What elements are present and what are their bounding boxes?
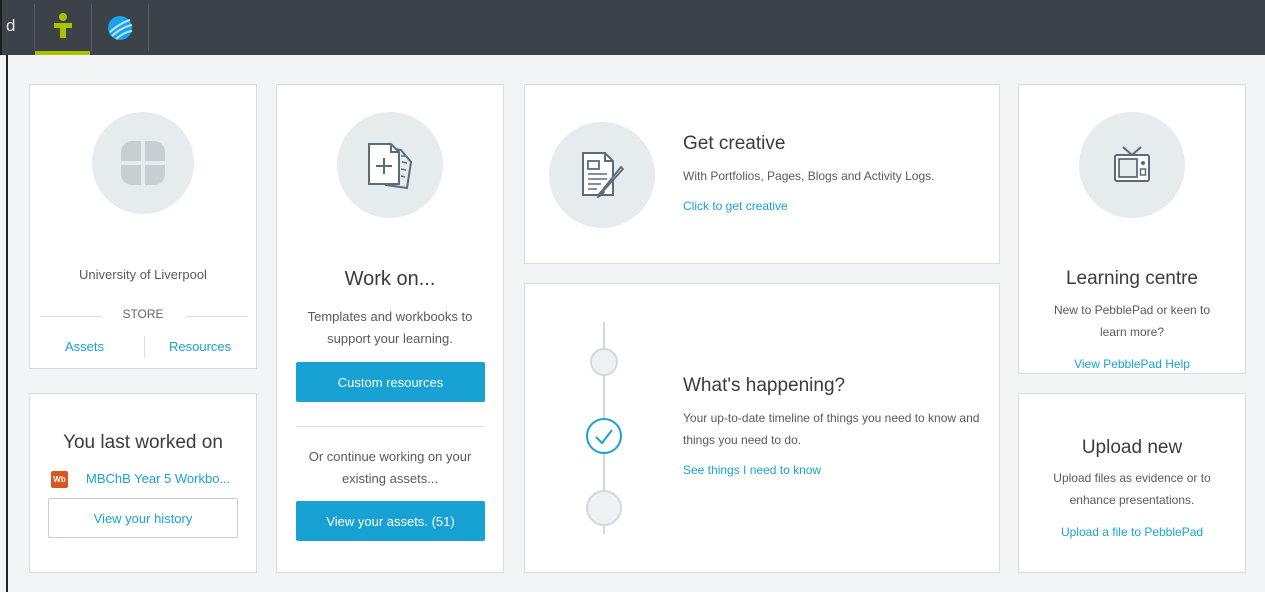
work-on-card: Work on... Templates and workbooks to su… <box>276 84 504 573</box>
tv-icon <box>1114 146 1150 182</box>
creative-icon-circle <box>549 122 655 228</box>
happening-title: What's happening? <box>683 375 846 396</box>
upload-new-card: Upload new Upload files as evidence or t… <box>1018 393 1246 573</box>
divider <box>296 426 485 427</box>
upload-description: Upload files as evidence or to enhance p… <box>1053 471 1211 507</box>
upload-file-link[interactable]: Upload a file to PebblePad <box>1019 525 1245 539</box>
timeline-icon <box>586 322 622 534</box>
top-navigation-bar: d <box>0 0 1265 55</box>
topbar-cut-text: d <box>6 16 16 35</box>
resources-link[interactable]: Resources <box>169 339 231 354</box>
whats-happening-card: What's happening? Your up-to-date timeli… <box>524 283 1000 573</box>
document-brush-icon <box>582 152 625 198</box>
clover-icon <box>117 137 169 189</box>
work-on-title: Work on... <box>344 268 436 290</box>
globe-icon <box>107 15 132 40</box>
divider <box>144 336 145 358</box>
see-things-link[interactable]: See things I need to know <box>683 463 821 477</box>
store-label: STORE <box>122 307 164 321</box>
store-card: University of Liverpool STORE Assets Res… <box>29 84 257 369</box>
last-worked-item-link[interactable]: MBChB Year 5 Workbo... <box>86 471 230 486</box>
tab-separator <box>148 4 149 51</box>
custom-resources-button[interactable]: Custom resources <box>296 362 485 402</box>
assets-link[interactable]: Assets <box>65 339 104 354</box>
divider <box>186 316 248 317</box>
tab-personal-space[interactable] <box>35 0 90 55</box>
upload-title: Upload new <box>1081 437 1183 458</box>
tab-global[interactable] <box>92 0 147 55</box>
continue-text: Or continue working on your existing ass… <box>308 449 472 486</box>
institution-name: University of Liverpool <box>79 267 207 282</box>
creative-title: Get creative <box>683 133 786 154</box>
person-icon <box>53 12 72 38</box>
view-history-button[interactable]: View your history <box>48 498 238 538</box>
get-creative-link[interactable]: Click to get creative <box>683 199 788 213</box>
store-icon-circle <box>92 112 194 214</box>
new-document-icon <box>368 143 413 190</box>
learning-centre-card: Learning centre New to PebblePad or keen… <box>1018 84 1246 374</box>
learning-description: New to PebblePad or keen to learn more? <box>1053 303 1211 339</box>
view-assets-button[interactable]: View your assets. (51) <box>296 501 485 541</box>
happening-description: Your up-to-date timeline of things you n… <box>683 411 980 447</box>
view-help-link[interactable]: View PebblePad Help <box>1019 357 1245 371</box>
work-on-description: Templates and workbooks to support your … <box>307 309 473 346</box>
get-creative-card: Get creative With Portfolios, Pages, Blo… <box>524 84 1000 264</box>
creative-description: With Portfolios, Pages, Blogs and Activi… <box>683 169 935 183</box>
dashboard-area: University of Liverpool STORE Assets Res… <box>6 55 1265 592</box>
workbook-badge: Wb <box>51 471 68 488</box>
divider <box>40 316 102 317</box>
work-on-icon-circle <box>337 112 443 218</box>
learning-icon-circle <box>1079 112 1185 218</box>
last-worked-card: You last worked on Wb MBChB Year 5 Workb… <box>29 393 257 573</box>
learning-title: Learning centre <box>1065 268 1199 289</box>
last-worked-title: You last worked on <box>63 432 223 453</box>
